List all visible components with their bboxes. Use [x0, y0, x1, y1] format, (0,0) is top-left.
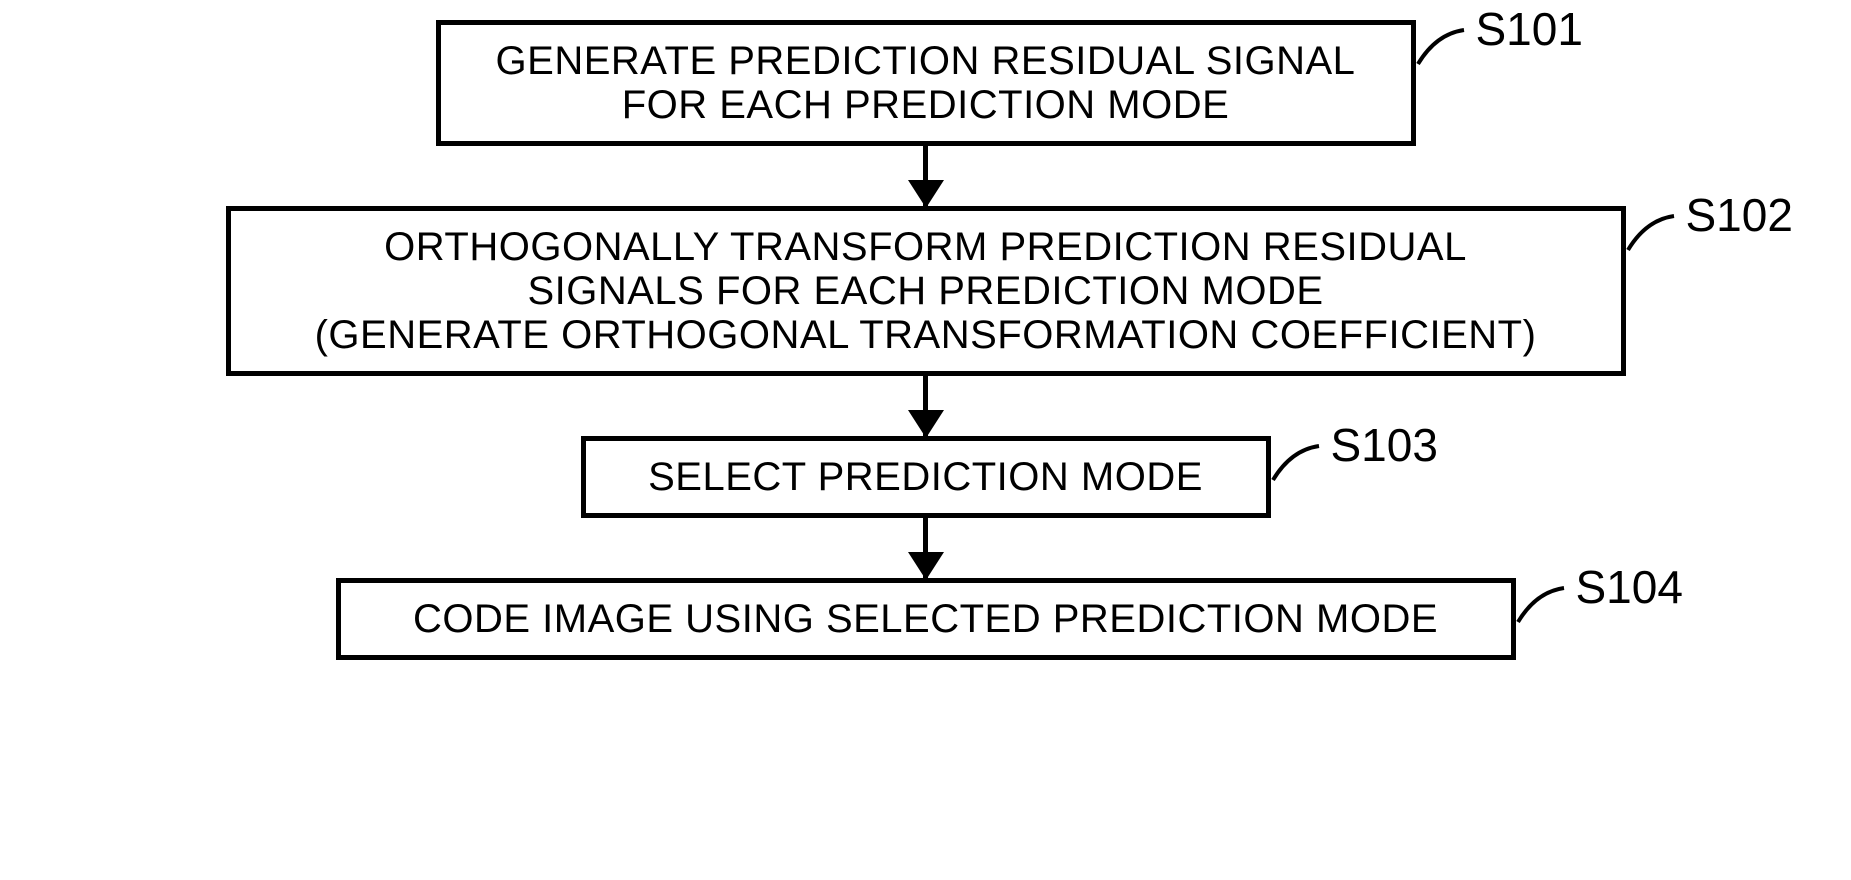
step-3: SELECT PREDICTION MODE S103: [581, 436, 1271, 518]
step-4-label: S104: [1576, 560, 1683, 614]
arrow-3: [923, 518, 928, 578]
step-1-label: S101: [1476, 2, 1583, 56]
step-1-connector: [1416, 26, 1476, 66]
step-4-connector: [1516, 584, 1576, 624]
step-2-box: ORTHOGONALLY TRANSFORM PREDICTION RESIDU…: [226, 206, 1626, 376]
flowchart: GENERATE PREDICTION RESIDUAL SIGNAL FOR …: [226, 20, 1626, 660]
step-2-label: S102: [1686, 188, 1793, 242]
step-4-box: CODE IMAGE USING SELECTED PREDICTION MOD…: [336, 578, 1516, 660]
step-2: ORTHOGONALLY TRANSFORM PREDICTION RESIDU…: [226, 206, 1626, 376]
step-2-connector: [1626, 212, 1686, 252]
step-1-box: GENERATE PREDICTION RESIDUAL SIGNAL FOR …: [436, 20, 1416, 146]
step-4: CODE IMAGE USING SELECTED PREDICTION MOD…: [336, 578, 1516, 660]
step-3-connector: [1271, 442, 1331, 482]
arrow-1: [923, 146, 928, 206]
step-1: GENERATE PREDICTION RESIDUAL SIGNAL FOR …: [436, 20, 1416, 146]
step-3-label: S103: [1331, 418, 1438, 472]
step-3-box: SELECT PREDICTION MODE: [581, 436, 1271, 518]
arrow-2: [923, 376, 928, 436]
